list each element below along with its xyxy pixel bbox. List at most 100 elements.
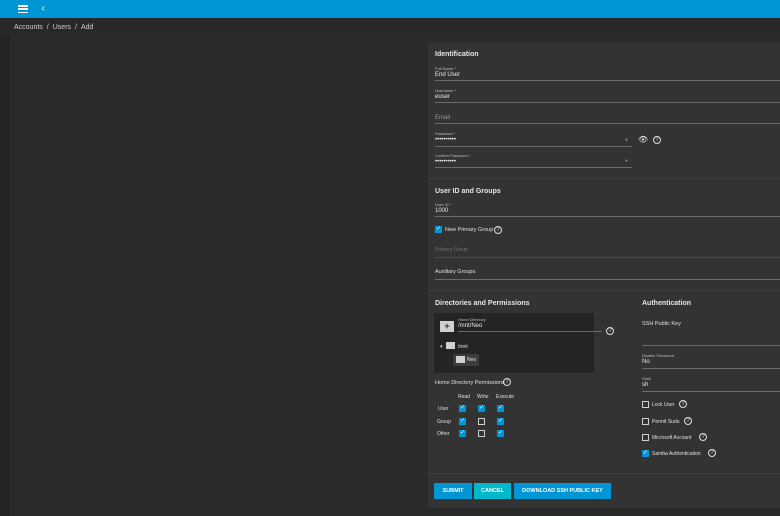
ssh-public-key-placeholder: SSH Public Key (642, 321, 681, 327)
col-execute: Execute (496, 394, 515, 400)
shell-select[interactable]: Shell sh (642, 376, 651, 388)
identification-title: Identification (435, 51, 479, 58)
new-primary-group-label: New Primary Group (445, 227, 494, 233)
other-execute-checkbox[interactable]: ✓ (497, 430, 504, 437)
top-bar: ‹ (0, 0, 780, 18)
ssh-public-key-field[interactable]: SSH Public Key (642, 321, 681, 327)
eye-off-icon[interactable]: 👁 (638, 135, 648, 144)
breadcrumb-accounts[interactable]: Accounts (14, 24, 43, 31)
lock-user-checkbox[interactable] (642, 401, 649, 408)
email-placeholder: Email (435, 115, 451, 121)
cancel-button[interactable]: CANCEL (474, 483, 511, 499)
disable-password-select[interactable]: Disable Password No (642, 353, 674, 365)
home-directory-value[interactable]: /mnt/Neo (458, 323, 486, 329)
row-other: Other (437, 431, 450, 437)
permit-sudo-checkbox[interactable] (642, 418, 649, 425)
samba-authentication-label: Samba Authentication (652, 451, 701, 457)
confirm-password-field[interactable]: Confirm Password * •••••••••• (435, 153, 470, 165)
password-value[interactable]: •••••••••• (435, 137, 456, 143)
user-execute-checkbox[interactable]: ✓ (497, 405, 504, 412)
group-write-checkbox[interactable] (478, 418, 485, 425)
breadcrumb-users[interactable]: Users (53, 24, 71, 31)
user-write-checkbox[interactable]: ✓ (478, 405, 485, 412)
home-directory-help-icon[interactable]: ? (606, 327, 614, 335)
row-group: Group (437, 419, 451, 425)
group-execute-checkbox[interactable]: ✓ (497, 418, 504, 425)
folder-icon (446, 342, 455, 349)
breadcrumb-separator: / (75, 23, 77, 31)
permissions-help-icon[interactable]: ? (503, 378, 511, 386)
tree-node-neo[interactable]: Neo (467, 357, 476, 363)
user-id-underline (435, 216, 780, 217)
download-ssh-key-button[interactable]: DOWNLOAD SSH PUBLIC KEY (514, 483, 611, 499)
shell-value[interactable]: sh (642, 382, 651, 388)
auxiliary-groups-underline (435, 279, 780, 280)
add-folder-icon[interactable]: + (440, 321, 454, 332)
user-id-label: User ID * (435, 202, 452, 207)
permit-sudo-label: Permit Sudo (652, 419, 680, 425)
full-name-field[interactable]: Full Name * End User (435, 66, 460, 78)
divider (428, 290, 780, 291)
permit-sudo-help-icon[interactable]: ? (684, 417, 692, 425)
submit-button[interactable]: SUBMIT (434, 483, 472, 499)
confirm-password-value[interactable]: •••••••••• (435, 159, 470, 165)
samba-authentication-help-icon[interactable]: ? (708, 449, 716, 457)
user-id-value[interactable]: 1000 (435, 208, 451, 214)
tree-node-mnt[interactable]: /mnt (458, 344, 468, 350)
hamburger-menu-icon[interactable] (18, 4, 28, 14)
home-directory-label: Home Directory (458, 317, 486, 322)
password-lock-icon: ● (625, 137, 629, 143)
lock-user-help-icon[interactable]: ? (679, 400, 687, 408)
group-read-checkbox[interactable]: ✓ (459, 418, 466, 425)
auxiliary-groups-field[interactable]: Auxiliary Groups (435, 269, 475, 275)
full-name-value[interactable]: End User (435, 72, 460, 78)
user-read-checkbox[interactable]: ✓ (459, 405, 466, 412)
auxiliary-groups-placeholder: Auxiliary Groups (435, 269, 476, 275)
tree-expand-icon[interactable]: ▾ (440, 344, 443, 350)
user-id-field[interactable]: User ID * 1000 (435, 202, 451, 214)
home-directory-field[interactable]: Home Directory /mnt/Neo (458, 317, 486, 329)
directories-title: Directories and Permissions (435, 300, 530, 307)
breadcrumb: Accounts / Users / Add (0, 18, 780, 36)
full-name-label: Full Name * (435, 66, 456, 71)
microsoft-account-label: Microsoft Account (652, 435, 692, 441)
home-permissions-title: Home Directory Permissions (435, 380, 505, 386)
chevron-left-icon[interactable]: ‹ (38, 4, 48, 14)
folder-icon (456, 356, 465, 363)
username-underline (435, 102, 780, 103)
password-help-icon[interactable]: ? (653, 136, 661, 144)
new-primary-group-checkbox[interactable]: ✓ (435, 226, 442, 233)
microsoft-account-help-icon[interactable]: ? (699, 433, 707, 441)
col-write: Write (477, 394, 489, 400)
ssh-key-underline (642, 345, 780, 346)
email-field[interactable]: Email (435, 115, 450, 121)
samba-authentication-checkbox[interactable]: ✓ (642, 450, 649, 457)
other-read-checkbox[interactable]: ✓ (459, 430, 466, 437)
username-label: Username * (435, 88, 457, 93)
lock-user-label: Lock User (652, 402, 675, 408)
add-user-form-card (428, 42, 780, 508)
username-field[interactable]: Username * euser (435, 88, 456, 100)
confirm-password-underline (435, 167, 632, 168)
divider (428, 473, 780, 474)
row-user: User (438, 406, 449, 412)
shell-underline (642, 391, 780, 392)
microsoft-account-checkbox[interactable] (642, 434, 649, 441)
primary-group-underline (435, 257, 780, 258)
col-read: Read (458, 394, 470, 400)
new-primary-group-help-icon[interactable]: ? (494, 226, 502, 234)
other-write-checkbox[interactable] (478, 430, 485, 437)
authentication-title: Authentication (642, 300, 691, 307)
disable-password-value[interactable]: No (642, 359, 674, 365)
divider (428, 178, 780, 179)
disable-password-underline (642, 368, 780, 369)
primary-group-placeholder: Primary Group (435, 247, 468, 253)
home-directory-underline (458, 331, 602, 332)
password-field[interactable]: Password * •••••••••• (435, 131, 456, 143)
confirm-password-label: Confirm Password * (435, 153, 471, 158)
email-underline (435, 123, 780, 124)
shell-label: Shell (642, 376, 651, 381)
username-value[interactable]: euser (435, 94, 456, 100)
primary-group-field[interactable]: Primary Group (435, 247, 468, 253)
left-gutter (0, 36, 10, 516)
